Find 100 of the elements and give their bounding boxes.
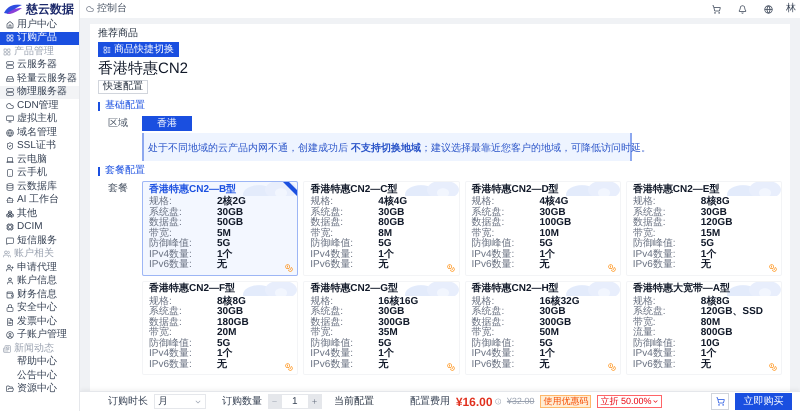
spec-value: 16核16G bbox=[378, 296, 418, 307]
sidebar-item[interactable]: 用户中心 bbox=[0, 18, 79, 32]
current-config-link[interactable]: 当前配置 bbox=[334, 396, 374, 406]
globe-icon bbox=[6, 128, 14, 137]
sidebar-item[interactable]: 财务信息 bbox=[0, 288, 79, 302]
spec-value: 无 bbox=[540, 360, 550, 370]
spec-value: 无 bbox=[378, 360, 388, 370]
spec-value: 120GB、SSD bbox=[700, 307, 763, 318]
spec-value: 180GB bbox=[217, 318, 249, 328]
cart-button[interactable] bbox=[710, 393, 730, 410]
spec-value: 10G bbox=[700, 338, 720, 349]
sidebar-item[interactable]: AI 工作台 bbox=[0, 194, 79, 207]
spec-value: 50M bbox=[540, 328, 559, 338]
breadcrumb[interactable]: 控制台 bbox=[97, 4, 127, 14]
buy-now-button[interactable]: 立即购买 bbox=[735, 393, 792, 410]
spec-value: 1个 bbox=[217, 250, 233, 260]
quick-config-button[interactable]: 快速配置 bbox=[98, 80, 148, 94]
spec-label: IPv6数量: bbox=[310, 360, 354, 370]
coin-icon bbox=[285, 264, 294, 272]
spec-label: IPv4数量: bbox=[310, 349, 354, 360]
coin-icon bbox=[285, 363, 294, 371]
spec-label: 规格: bbox=[632, 197, 656, 208]
region-option[interactable]: 香港 bbox=[142, 116, 192, 131]
spec-label: 规格: bbox=[472, 296, 494, 307]
cart-icon[interactable] bbox=[712, 4, 721, 14]
globe-icon[interactable] bbox=[764, 4, 773, 14]
spec-value: 8核8G bbox=[700, 197, 730, 208]
spec-label: 数据盘: bbox=[310, 318, 344, 328]
spec-value: 30GB bbox=[217, 307, 244, 318]
sidebar-item[interactable]: 账户信息 bbox=[0, 274, 79, 288]
sidebar-item[interactable]: 云数据库 bbox=[0, 180, 79, 194]
spec-label: IPv6数量: bbox=[472, 260, 516, 270]
sidebar-item[interactable]: 帮助中心 bbox=[0, 356, 79, 369]
spec-value: 4核4G bbox=[378, 197, 408, 208]
cloud-icon bbox=[6, 102, 14, 110]
user-name[interactable]: 林 bbox=[786, 4, 796, 14]
spec-value: 50GB bbox=[217, 218, 244, 228]
bell-icon[interactable] bbox=[738, 4, 747, 14]
sidebar-item[interactable]: 云服务器 bbox=[0, 58, 79, 72]
spec-label: 带宽: bbox=[310, 228, 334, 239]
sidebar-item[interactable]: SSL证书 bbox=[0, 140, 79, 153]
spec-label: IPv4数量: bbox=[632, 349, 677, 360]
spec-label: 流量: bbox=[632, 328, 656, 338]
sidebar-item[interactable]: 发票中心 bbox=[0, 315, 79, 328]
plan-card[interactable]: 香港特惠CN2—F型 规格: 8核8G 系统盘: 30GB 数据盘: 180GB 带宽: 20M 防御峰值: 5G IPv4数量: 1个 IPv6数量: 无 bbox=[142, 280, 298, 375]
sidebar-item[interactable]: 轻量云服务器 bbox=[0, 72, 79, 86]
user-icon bbox=[6, 331, 14, 340]
sidebar-item[interactable]: CDN管理 bbox=[0, 99, 79, 112]
region-label: 区域 bbox=[107, 116, 129, 131]
quick-switch-button[interactable]: 商品快捷切换 bbox=[98, 42, 179, 57]
product-title: 香港特惠CN2 bbox=[98, 60, 190, 77]
spec-label: 防御峰值: bbox=[310, 338, 354, 349]
plan-card[interactable]: 香港特惠CN2—B型 规格: 2核2G 系统盘: 30GB 数据盘: 50GB 带宽: 5M 防御峰值: 5G IPv4数量: 1个 IPv6数量: 无 bbox=[142, 181, 298, 276]
list-icon bbox=[103, 46, 111, 54]
sidebar-item[interactable]: 申请代理 bbox=[0, 261, 79, 274]
spec-value: 1个 bbox=[540, 349, 556, 360]
sidebar-item[interactable]: 资源中心 bbox=[0, 382, 79, 396]
spec-value: 无 bbox=[217, 260, 227, 270]
drive-icon bbox=[6, 74, 14, 83]
plan-card[interactable]: 香港特惠CN2—E型 规格: 8核8G 系统盘: 30GB 数据盘: 120GB 带宽: 15M 防御峰值: 5G IPv4数量: 1个 IPv6数量: 无 bbox=[626, 181, 782, 276]
duration-label: 订购时长 bbox=[108, 396, 148, 406]
spec-label: 防御峰值: bbox=[632, 239, 677, 250]
sidebar-item[interactable]: 物理服务器 bbox=[0, 86, 79, 99]
plan-card[interactable]: 香港特惠大宽带—A型 规格: 8核8G 系统盘: 120GB、SSD 带宽: 80M 流量: 800GB 防御峰值: 10G IPv4数量: 1个 IPv6数量: 无 bbox=[626, 280, 782, 375]
server-icon bbox=[6, 88, 14, 96]
spec-label: 带宽: bbox=[472, 328, 494, 338]
sidebar-item[interactable]: DCIM bbox=[0, 220, 79, 234]
plan-card[interactable]: 香港特惠CN2—C型 规格: 4核4G 系统盘: 30GB 数据盘: 80GB 带宽: 8M 防御峰值: 5G IPv4数量: 1个 IPv6数量: 无 bbox=[303, 181, 460, 276]
plan-card[interactable]: 香港特惠CN2—D型 规格: 4核4G 系统盘: 30GB 数据盘: 100GB 带宽: 10M 防御峰值: 5G IPv4数量: 1个 IPv6数量: 无 bbox=[464, 181, 621, 276]
spec-label: IPv6数量: bbox=[632, 260, 677, 270]
spec-value: 30GB bbox=[540, 208, 566, 218]
spec-label: IPv4数量: bbox=[149, 349, 193, 360]
spec-label: 带宽: bbox=[632, 228, 656, 239]
plan-card[interactable]: 香港特惠CN2—H型 规格: 16核32G 系统盘: 30GB 数据盘: 300GB 带宽: 50M 防御峰值: 5G IPv4数量: 1个 IPv6数量: 无 bbox=[464, 280, 621, 375]
sidebar-section-label: 账户相关 bbox=[14, 249, 54, 260]
sidebar-item[interactable]: 短信服务 bbox=[0, 234, 79, 248]
sidebar-item[interactable]: 订购产品 bbox=[0, 32, 79, 45]
plan-title: 香港特惠大宽带—A型 bbox=[632, 284, 730, 294]
spec-label: IPv4数量: bbox=[472, 250, 516, 260]
sidebar-item[interactable]: 云手机 bbox=[0, 166, 79, 180]
sidebar-item[interactable]: 域名管理 bbox=[0, 126, 79, 140]
sidebar-item[interactable]: 云电脑 bbox=[0, 153, 79, 166]
sidebar-item[interactable]: 虚拟主机 bbox=[0, 112, 79, 126]
sidebar-item[interactable]: 公告中心 bbox=[0, 369, 79, 382]
spec-value: 5G bbox=[217, 239, 230, 250]
logo-text: 慈云数据 bbox=[26, 3, 74, 15]
spec-label: IPv6数量: bbox=[632, 360, 677, 370]
spec-label: 带宽: bbox=[149, 328, 172, 338]
sidebar-item[interactable]: 子账户管理 bbox=[0, 328, 79, 342]
sidebar-item[interactable]: 其他 bbox=[0, 207, 79, 220]
spec-label: IPv6数量: bbox=[472, 360, 516, 370]
spec-label: IPv4数量: bbox=[310, 250, 354, 260]
duration-select[interactable]: 月 bbox=[154, 394, 206, 409]
wallet-icon bbox=[6, 290, 14, 299]
spec-label: 规格: bbox=[632, 296, 656, 307]
spec-label: 带宽: bbox=[472, 228, 494, 239]
sidebar-item[interactable]: 安全中心 bbox=[0, 302, 79, 315]
plan-card[interactable]: 香港特惠CN2—G型 规格: 16核16G 系统盘: 30GB 数据盘: 300GB 带宽: 35M 防御峰值: 5G IPv4数量: 1个 IPv6数量: 无 bbox=[303, 280, 460, 375]
discount-tag[interactable]: 立折 50.00% bbox=[597, 395, 662, 408]
spec-value: 1个 bbox=[540, 250, 556, 260]
